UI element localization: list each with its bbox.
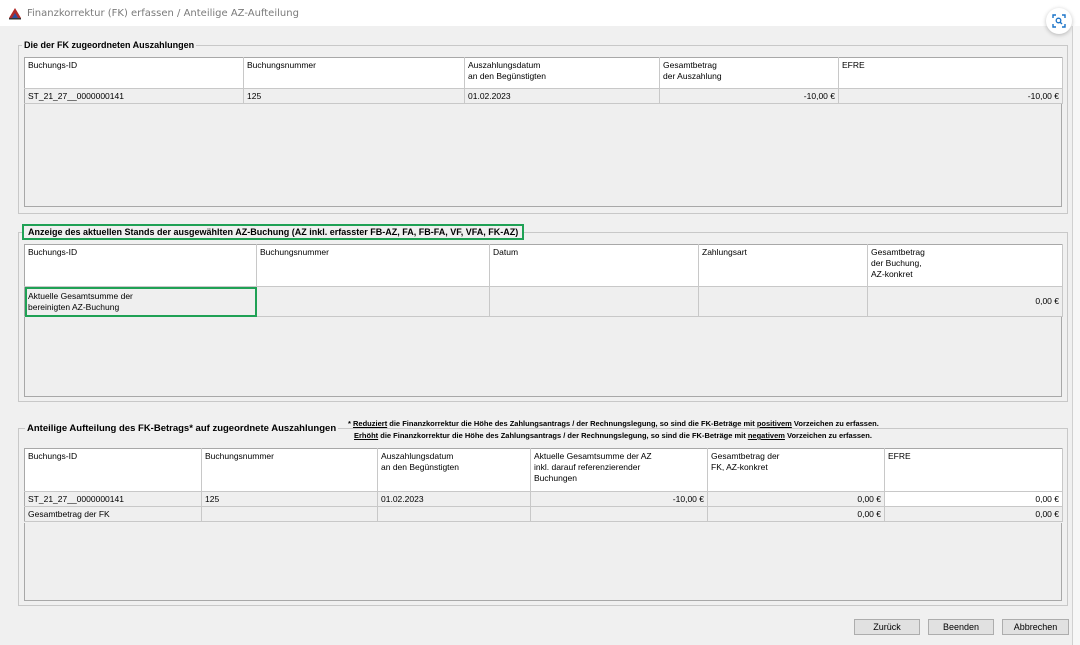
current-booking-empty-area — [24, 317, 1062, 397]
col-header-current-total-label: Aktuelle Gesamtsumme der AZ inkl. darauf… — [534, 451, 652, 483]
col-header-booking-id[interactable]: Buchungs-ID — [24, 448, 202, 492]
cell-booking-total: 0,00 € — [867, 286, 1063, 317]
col-header-efre[interactable]: EFRE — [884, 448, 1063, 492]
cell-booking-number: 125 — [201, 491, 378, 507]
fk-distribution-table: Buchungs-ID Buchungsnummer Auszahlungsda… — [24, 448, 1063, 522]
section-assigned-payouts-title: Die der FK zugeordneten Auszahlungen — [22, 40, 197, 50]
note1-end: Vorzeichen zu erfassen. — [791, 419, 879, 428]
cell-payment-type — [698, 286, 868, 317]
col-header-booking-number[interactable]: Buchungsnummer — [201, 448, 378, 492]
note1-mid: die Finanzkorrektur die Höhe des Zahlung… — [387, 419, 757, 428]
col-header-payout-total-label: Gesamtbetrag der Auszahlung — [663, 60, 722, 81]
table-row[interactable]: ST_21_27__0000000141 125 01.02.2023 -10,… — [24, 491, 1063, 507]
cell-booking-number: 125 — [243, 88, 465, 104]
col-header-fk-total-label: Gesamtbetrag der FK, AZ-konkret — [711, 451, 780, 472]
cancel-button[interactable]: Abbrechen — [1002, 619, 1069, 635]
cell-booking-number — [256, 286, 490, 317]
note2-mid: die Finanzkorrektur die Höhe des Zahlung… — [378, 431, 748, 440]
cell-efre: -10,00 € — [838, 88, 1063, 104]
note2-end: Vorzeichen zu erfassen. — [784, 431, 872, 440]
col-header-booking-total[interactable]: Gesamtbetrag der Buchung, AZ-konkret — [867, 244, 1063, 287]
note1-positive: positivem — [756, 419, 792, 428]
cell-fk-total: 0,00 € — [707, 491, 885, 507]
table-row[interactable]: Gesamtbetrag der FK 0,00 € 0,00 € — [24, 506, 1063, 522]
table-row[interactable]: ST_21_27__0000000141 125 01.02.2023 -10,… — [24, 88, 1063, 104]
section-current-booking-title: Anzeige des aktuellen Stands der ausgewä… — [22, 224, 525, 240]
col-header-booking-id[interactable]: Buchungs-ID — [24, 57, 244, 89]
cell-efre-sum: 0,00 € — [884, 506, 1063, 522]
note2-negative: negativem — [747, 431, 785, 440]
col-header-payout-date[interactable]: Auszahlungsdatum an den Begünstigten — [464, 57, 660, 89]
col-header-payout-date-label: Auszahlungsdatum an den Begünstigten — [468, 60, 546, 81]
col-header-booking-number[interactable]: Buchungsnummer — [256, 244, 490, 287]
cell-payout-date: 01.02.2023 — [377, 491, 531, 507]
cell-payout-date — [377, 506, 531, 522]
col-header-booking-number[interactable]: Buchungsnummer — [243, 57, 465, 89]
assigned-payouts-empty-area — [24, 104, 1062, 207]
note2-increased: Erhöht — [354, 431, 379, 440]
cell-booking-id: ST_21_27__0000000141 — [24, 491, 202, 507]
col-header-fk-total[interactable]: Gesamtbetrag der FK, AZ-konkret — [707, 448, 885, 492]
current-booking-table: Buchungs-ID Buchungsnummer Datum Zahlung… — [24, 244, 1063, 317]
col-header-efre[interactable]: EFRE — [838, 57, 1063, 89]
col-header-booking-id[interactable]: Buchungs-ID — [24, 244, 257, 287]
cell-date — [489, 286, 699, 317]
current-total-label-text: Aktuelle Gesamtsumme der bereinigten AZ-… — [28, 290, 133, 312]
cell-payout-date: 01.02.2023 — [464, 88, 660, 104]
col-header-payout-total[interactable]: Gesamtbetrag der Auszahlung — [659, 57, 839, 89]
col-header-payment-type[interactable]: Zahlungsart — [698, 244, 868, 287]
col-header-date[interactable]: Datum — [489, 244, 699, 287]
cell-total-label: Gesamtbetrag der FK — [24, 506, 202, 522]
finish-button[interactable]: Beenden — [928, 619, 994, 635]
col-header-current-total[interactable]: Aktuelle Gesamtsumme der AZ inkl. darauf… — [530, 448, 708, 492]
note1-reduced: Reduziert — [353, 419, 388, 428]
cell-booking-id: ST_21_27__0000000141 — [24, 88, 244, 104]
sign-note-negative: Erhöht die Finanzkorrektur die Höhe des … — [354, 431, 872, 440]
window-title: Finanzkorrektur (FK) erfassen / Anteilig… — [27, 8, 299, 19]
cell-booking-number — [201, 506, 378, 522]
cell-current-total: -10,00 € — [530, 491, 708, 507]
col-header-payout-date[interactable]: Auszahlungsdatum an den Begünstigten — [377, 448, 531, 492]
window-scrollbar[interactable] — [1072, 26, 1080, 645]
cell-current-total-label: Aktuelle Gesamtsumme der bereinigten AZ-… — [24, 286, 257, 317]
sign-note-positive: * Reduziert die Finanzkorrektur die Höhe… — [348, 419, 879, 428]
col-header-payout-date-label: Auszahlungsdatum an den Begünstigten — [381, 451, 459, 472]
cell-current-total — [530, 506, 708, 522]
expand-button[interactable] — [1046, 8, 1072, 34]
back-button[interactable]: Zurück — [854, 619, 920, 635]
col-header-booking-total-label: Gesamtbetrag der Buchung, AZ-konkret — [871, 247, 925, 279]
section-fk-distribution-title: Anteilige Aufteilung des FK-Betrags* auf… — [25, 423, 339, 434]
assigned-payouts-table: Buchungs-ID Buchungsnummer Auszahlungsda… — [24, 57, 1063, 104]
efre-input[interactable]: 0,00 € — [884, 491, 1063, 507]
title-bar: Finanzkorrektur (FK) erfassen / Anteilig… — [0, 0, 1080, 26]
fk-distribution-empty-area — [24, 523, 1062, 601]
table-row[interactable]: Aktuelle Gesamtsumme der bereinigten AZ-… — [24, 286, 1063, 317]
cell-payout-total: -10,00 € — [659, 88, 839, 104]
app-logo-icon — [8, 6, 22, 20]
cell-fk-total-sum: 0,00 € — [707, 506, 885, 522]
